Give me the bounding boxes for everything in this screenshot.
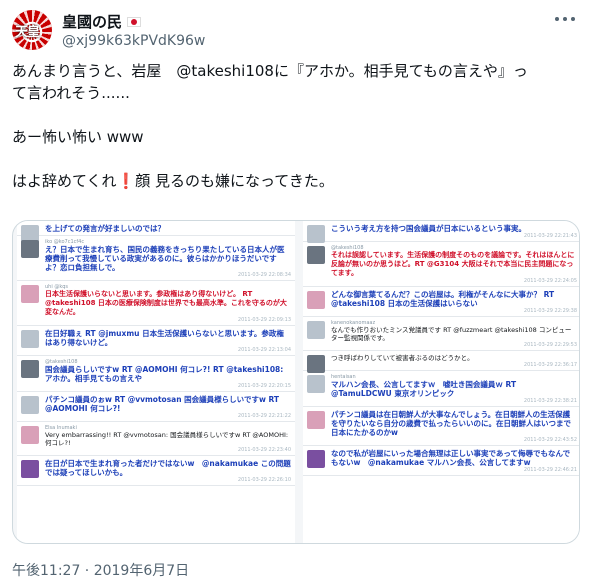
screenshot-post: なので私が岩屋にいった場合無理は正しい事実であって侮辱でもなんでもないw @na… — [303, 446, 579, 476]
post-avatar — [307, 246, 325, 264]
post-meta: 2011-03-29 22:36:17 — [523, 362, 577, 368]
post-avatar — [21, 285, 39, 303]
post-meta: 2011-03-29 22:43:52 — [523, 437, 577, 443]
post-avatar — [21, 396, 39, 414]
user-handle[interactable]: @xj99k63kPVdK96w — [62, 33, 205, 49]
display-name-text: 皇國の民 — [62, 13, 123, 31]
screenshot-post: @takeshi108 それは誤認しています。生活保護の制度そのものを議論です。そ… — [303, 242, 579, 287]
post-avatar — [307, 375, 325, 393]
screenshot-post: つき呼ばわりしていて被害者ぶるのはどうかと。 2011-03-29 22:36:1… — [303, 351, 579, 373]
post-meta: 2011-03-29 22:46:21 — [523, 467, 577, 473]
tweet-header: 天皇 皇國の民 @xj99k63kPVdK96w — [12, 10, 579, 54]
post-meta: 2011-03-29 22:21:43 — [523, 233, 577, 239]
post-meta: 2011-03-29 22:23:40 — [237, 447, 291, 453]
post-body: パチンコ議員は在日朝鮮人が大事なんでしょう。在日朝鮮人の生活保護を守りたいなら自… — [331, 410, 571, 437]
tweet-timestamp[interactable]: 午後11:27 · 2019年6月7日 — [12, 560, 189, 580]
post-avatar — [21, 426, 39, 444]
tweet-line-2: て言われそう...... — [12, 84, 130, 102]
screenshot-post: @takeshi108 国会議員らしいですw RT @AOMOHI 何コレ?! R… — [17, 356, 295, 392]
image-left-column: を上げての発言が好ましいのでは？ iko @ko7c1cf4c え？日本で生まれ育ち… — [17, 221, 295, 543]
tweet-line-3: あー怖い怖い www — [12, 128, 144, 146]
post-avatar — [21, 360, 39, 378]
post-avatar — [307, 450, 325, 468]
post-body: Very embarrassing!! RT @vvmotosan: 国会議員様… — [45, 431, 289, 447]
post-meta: 2011-03-29 22:13:04 — [237, 347, 291, 353]
screenshot-post: パチンコ議員は在日朝鮮人が大事なんでしょう。在日朝鮮人の生活保護を守りたいなら自… — [303, 407, 579, 446]
post-avatar — [21, 330, 39, 348]
post-body: え？日本で生まれ育ち、国民の義務をきっちり果たしている日本人が医療費削って我慢し… — [45, 245, 285, 272]
japan-flag-icon — [127, 16, 142, 27]
screenshot-post: 在日好職ぇ RT @jmuxmu 日本生活保護いらないと思います。参政権はあり得… — [17, 326, 295, 356]
attached-image[interactable]: を上げての発言が好ましいのでは？ iko @ko7c1cf4c え？日本で生まれ育ち… — [12, 220, 580, 544]
image-right-column: こういう考え方を持つ国会議員が日本にいるという事実。 2011-03-29 22:… — [303, 221, 579, 543]
post-meta: 2011-03-29 22:20:15 — [237, 383, 291, 389]
tweet-line-4: はよ辞めてくれ❗顔 見るのも嫌になってきた。 — [12, 170, 579, 192]
screenshot-post: を上げての発言が好ましいのでは？ — [17, 221, 295, 243]
screenshot-post: パチンコ議員のぉw RT @vvmotosan 国会議員様らしいですw RT @… — [17, 392, 295, 422]
screenshot-post: kanenokanomaaz なんでも作りおいたミンス党議員です RT @fuzz… — [303, 317, 579, 351]
post-body: つき呼ばわりしていて被害者ぶるのはどうかと。 — [331, 354, 474, 362]
tweet-text: あんまり言うと、岩屋 @takeshi108に『アホか。相手見てもの言えや』っ … — [12, 60, 579, 192]
avatar[interactable]: 天皇 — [12, 10, 52, 50]
post-avatar — [307, 291, 325, 309]
post-body: 日本生活保護いらないと思います。参政権はあり得ないけど。 RT @takeshi… — [45, 290, 287, 316]
tweet-line-4a: はよ辞めてくれ — [12, 172, 117, 190]
screenshot-post: hentaisan マルハン会長、公言してますｗ 嘘吐き国会議員ｗ RT @Tam… — [303, 371, 579, 407]
post-meta: 2011-03-29 22:29:53 — [523, 342, 577, 348]
post-body: マルハン会長、公言してますｗ 嘘吐き国会議員ｗ RT @TamuLDCWU 東京… — [331, 380, 517, 398]
screenshot-post: 在日が日本で生まれ育った者だけではないw @nakamukae この問題では疑っ… — [17, 456, 295, 486]
post-avatar — [307, 321, 325, 339]
screenshot-post: こういう考え方を持つ国会議員が日本にいるという事実。 2011-03-29 22:… — [303, 221, 579, 243]
post-meta: 2011-03-29 22:29:38 — [523, 308, 577, 314]
screenshot-post: どんな御言葉てるんだ？この岩屋は。利権がそんなに大事か？ RT @takeshi… — [303, 287, 579, 317]
post-body: 在日好職ぇ RT @jmuxmu 日本生活保護いらないと思います。参政権はあり得… — [45, 329, 284, 347]
post-body: 在日が日本で生まれ育った者だけではないw @nakamukae この問題では疑っ… — [45, 459, 291, 477]
screenshot-post: iko @ko7c1cf4c え？日本で生まれ育ち、国民の義務をきっちり果たしてい… — [17, 236, 295, 281]
avatar-text: 天皇 — [15, 25, 40, 40]
post-meta: 2011-03-29 22:26:10 — [237, 477, 291, 483]
display-name[interactable]: 皇國の民 — [62, 11, 142, 32]
post-avatar — [21, 460, 39, 478]
more-options-icon[interactable] — [555, 12, 575, 26]
post-meta: 2011-03-29 22:38:21 — [523, 398, 577, 404]
screenshot-post: Elsa Inumaki Very embarrassing!! RT @vvmo… — [17, 422, 295, 456]
post-body: それは誤認しています。生活保護の制度そのものを議論です。それはほんとに反論が無い… — [331, 251, 575, 277]
post-meta: 2011-03-29 22:09:13 — [237, 317, 291, 323]
post-avatar — [307, 225, 325, 243]
screenshot-post: uhi @kqs 日本生活保護いらないと思います。参政権はあり得ないけど。 RT … — [17, 281, 295, 326]
post-avatar — [307, 411, 325, 429]
tweet-line-1: あんまり言うと、岩屋 @takeshi108に『アホか。相手見てもの言えや』っ — [12, 62, 528, 80]
post-body: どんな御言葉てるんだ？この岩屋は。利権がそんなに大事か？ RT @takeshi… — [331, 290, 555, 308]
post-body: なので私が岩屋にいった場合無理は正しい事実であって侮辱でもなんでもないw @na… — [331, 449, 571, 467]
post-body: 国会議員らしいですw RT @AOMOHI 何コレ?! RT @takeshi1… — [45, 365, 284, 383]
exclamation-emoji-icon: ❗ — [116, 172, 136, 190]
post-body: パチンコ議員のぉw RT @vvmotosan 国会議員様らしいですw RT @… — [45, 395, 280, 413]
post-meta: 2011-03-29 22:21:22 — [237, 413, 291, 419]
post-avatar — [21, 240, 39, 258]
post-body: を上げての発言が好ましいのでは？ — [45, 224, 165, 233]
post-meta: 2011-03-29 22:24:05 — [523, 278, 577, 284]
post-body: なんでも作りおいたミンス党議員です RT @fuzzmeart @takeshi… — [331, 326, 572, 342]
tweet-line-4b: 顔 見るのも嫌になってきた。 — [135, 172, 334, 190]
post-meta: 2011-03-29 22:08:34 — [237, 272, 291, 278]
post-body: こういう考え方を持つ国会議員が日本にいるという事実。 — [331, 224, 526, 233]
